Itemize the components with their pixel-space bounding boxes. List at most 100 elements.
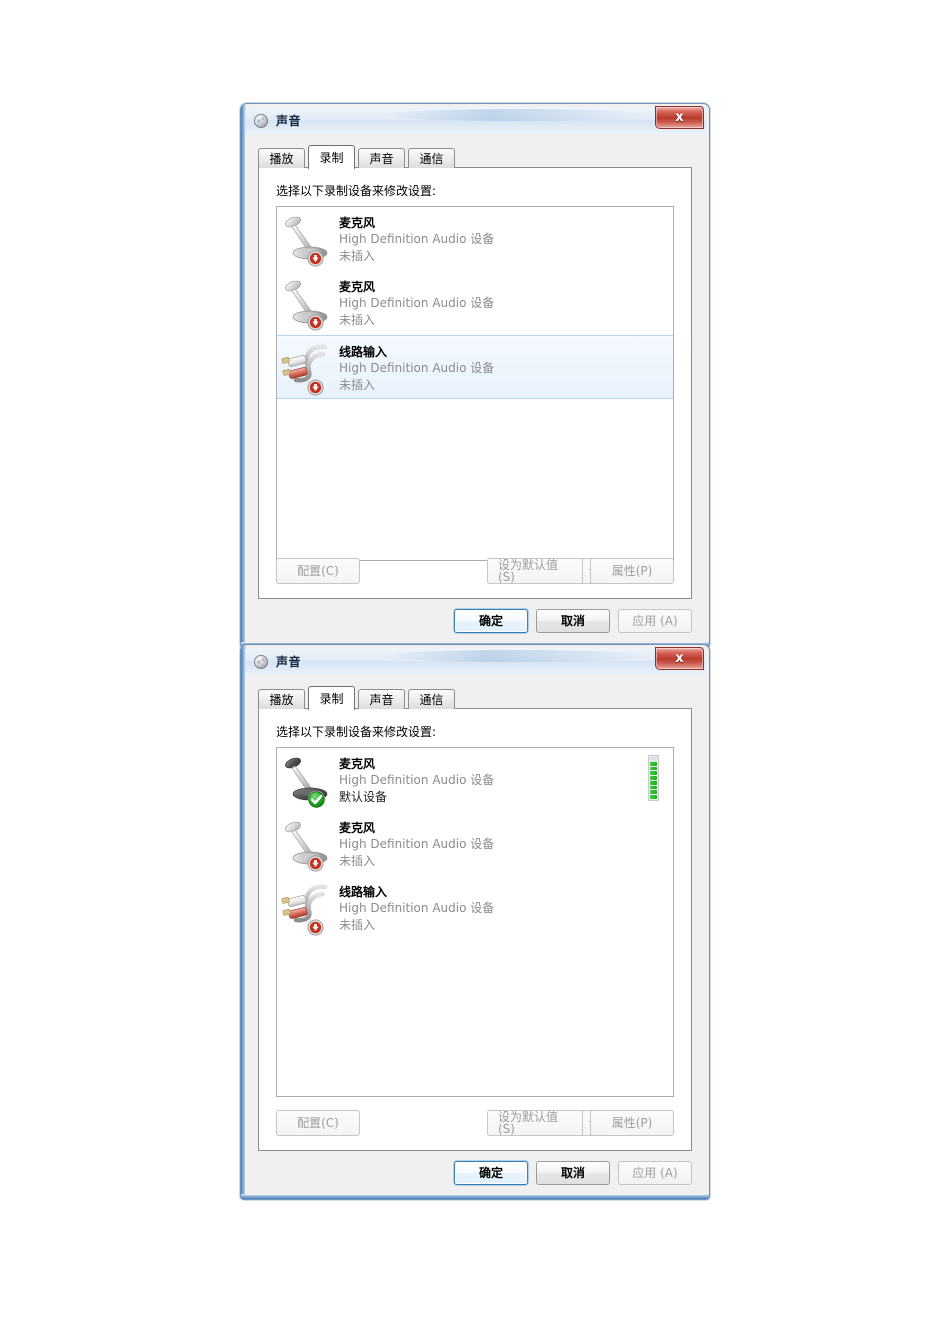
device-description: High Definition Audio 设备 — [339, 296, 495, 310]
device-name: 线路输入 — [339, 345, 388, 359]
device-description: High Definition Audio 设备 — [339, 232, 495, 246]
configure-label: 配置(C) — [297, 564, 339, 578]
device-description: High Definition Audio 设备 — [339, 361, 495, 375]
tab-label: 播放 — [269, 692, 294, 707]
tab-strip-2: 播放 录制 声音 通信 — [258, 686, 692, 710]
apply-label: 应用 (A) — [632, 1165, 678, 1180]
device-status: 未插入 — [339, 249, 376, 263]
panel-button-row-2: 配置(C) 设为默认值(S) 属性(P) — [276, 1110, 674, 1136]
green-check-badge — [307, 790, 326, 809]
list-item[interactable]: 麦克风 High Definition Audio 设备 未插入 — [277, 207, 673, 271]
tab-label: 通信 — [419, 151, 444, 166]
tab-communications[interactable]: 通信 — [408, 689, 455, 709]
microphone-icon — [281, 817, 333, 873]
set-default-label: 设为默认值(S) — [498, 1110, 559, 1136]
down-arrow-badge — [307, 855, 324, 872]
list-item[interactable]: 麦克风 High Definition Audio 设备 未插入 — [277, 812, 673, 876]
device-status: 未插入 — [339, 918, 376, 932]
device-description: High Definition Audio 设备 — [339, 901, 495, 915]
configure-button[interactable]: 配置(C) — [276, 558, 360, 584]
device-status: 未插入 — [339, 378, 376, 392]
panel-button-row-1: 配置(C) 设为默认值(S) 属性(P) — [276, 558, 674, 584]
tab-recording[interactable]: 录制 — [308, 145, 355, 169]
speaker-icon — [254, 113, 268, 128]
close-icon: x — [675, 651, 684, 666]
cancel-button[interactable]: 取消 — [536, 1160, 610, 1185]
tab-label: 录制 — [319, 691, 344, 706]
tab-panel-2: 选择以下录制设备来修改设置: 麦克风 High Definition Audio… — [258, 708, 692, 1151]
set-default-split-button[interactable]: 设为默认值(S) — [487, 558, 603, 584]
tab-strip-1: 播放 录制 声音 通信 — [258, 145, 692, 169]
set-default-label: 设为默认值(S) — [498, 558, 559, 584]
sound-dialog-1[interactable]: 声音 x 播放 录制 声音 通信 选择以下录制设备来修改设置: 麦克风 High… — [240, 103, 710, 648]
line-in-icon — [281, 881, 333, 937]
list-item[interactable]: 线路输入 High Definition Audio 设备 未插入 — [277, 876, 673, 940]
ok-button[interactable]: 确定 — [454, 608, 528, 633]
close-button[interactable]: x — [655, 647, 704, 670]
volume-meter — [648, 755, 659, 801]
tab-panel-1: 选择以下录制设备来修改设置: 麦克风 High Definition Audio… — [258, 167, 692, 599]
window-title: 声音 — [276, 655, 302, 669]
microphone-icon — [281, 212, 333, 268]
tab-recording[interactable]: 录制 — [308, 686, 355, 710]
set-default-button[interactable]: 设为默认值(S) — [487, 1110, 582, 1136]
close-icon: x — [675, 110, 684, 125]
properties-button[interactable]: 属性(P) — [590, 1110, 674, 1136]
tab-playback[interactable]: 播放 — [258, 689, 305, 709]
device-status: 未插入 — [339, 854, 376, 868]
tab-label: 声音 — [369, 151, 394, 166]
list-item[interactable]: 麦克风 High Definition Audio 设备 默认设备 — [277, 748, 673, 812]
cancel-label: 取消 — [560, 1165, 585, 1180]
device-name: 线路输入 — [339, 885, 388, 899]
set-default-button[interactable]: 设为默认值(S) — [487, 558, 582, 584]
ok-button[interactable]: 确定 — [454, 1160, 528, 1185]
tab-sounds[interactable]: 声音 — [358, 148, 405, 168]
down-arrow-badge — [307, 250, 324, 267]
device-description: High Definition Audio 设备 — [339, 773, 495, 787]
configure-label: 配置(C) — [297, 1116, 339, 1130]
device-status: 默认设备 — [339, 790, 388, 804]
properties-label: 属性(P) — [611, 1116, 653, 1130]
device-description: High Definition Audio 设备 — [339, 837, 495, 851]
window-title: 声音 — [276, 114, 302, 128]
tab-label: 通信 — [419, 692, 444, 707]
device-name: 麦克风 — [339, 821, 376, 835]
footer-button-row-1: 确定 取消 应用 (A) — [446, 607, 692, 634]
list-item[interactable]: 麦克风 High Definition Audio 设备 未插入 — [277, 271, 673, 335]
apply-button[interactable]: 应用 (A) — [618, 1160, 692, 1185]
set-default-split-button[interactable]: 设为默认值(S) — [487, 1110, 603, 1136]
configure-button[interactable]: 配置(C) — [276, 1110, 360, 1136]
ok-label: 确定 — [478, 1165, 503, 1180]
tab-label: 录制 — [319, 150, 344, 165]
down-arrow-badge — [307, 919, 324, 936]
close-button[interactable]: x — [655, 106, 704, 129]
device-info: 麦克风 High Definition Audio 设备 未插入 — [339, 815, 667, 870]
footer-button-row-2: 确定 取消 应用 (A) — [446, 1159, 692, 1186]
tab-communications[interactable]: 通信 — [408, 148, 455, 168]
cancel-label: 取消 — [560, 613, 585, 628]
cancel-button[interactable]: 取消 — [536, 608, 610, 633]
device-info: 麦克风 High Definition Audio 设备 未插入 — [339, 210, 667, 265]
device-name: 麦克风 — [339, 757, 376, 771]
tab-sounds[interactable]: 声音 — [358, 689, 405, 709]
tab-playback[interactable]: 播放 — [258, 148, 305, 168]
device-list-1[interactable]: 麦克风 High Definition Audio 设备 未插入 麦克风 Hig… — [276, 206, 674, 561]
tab-label: 声音 — [369, 692, 394, 707]
title-bar[interactable]: 声音 x — [245, 647, 705, 675]
list-item-selected[interactable]: 线路输入 High Definition Audio 设备 未插入 — [277, 335, 673, 399]
device-info: 麦克风 High Definition Audio 设备 未插入 — [339, 274, 667, 329]
device-info: 线路输入 High Definition Audio 设备 未插入 — [339, 339, 667, 394]
apply-button[interactable]: 应用 (A) — [618, 608, 692, 633]
microphone-icon — [281, 276, 333, 332]
properties-button[interactable]: 属性(P) — [590, 558, 674, 584]
panel-instruction: 选择以下录制设备来修改设置: — [276, 725, 437, 739]
title-bar[interactable]: 声音 x — [245, 106, 705, 134]
down-arrow-badge — [307, 314, 324, 331]
down-arrow-badge — [307, 379, 324, 396]
device-list-2[interactable]: 麦克风 High Definition Audio 设备 默认设备 麦克风 Hi… — [276, 747, 674, 1097]
sound-dialog-2[interactable]: 声音 x 播放 录制 声音 通信 选择以下录制设备来修改设置: 麦克风 High… — [240, 644, 710, 1200]
tab-label: 播放 — [269, 151, 294, 166]
device-status: 未插入 — [339, 313, 376, 327]
device-info: 线路输入 High Definition Audio 设备 未插入 — [339, 879, 667, 934]
microphone-icon — [281, 753, 333, 809]
